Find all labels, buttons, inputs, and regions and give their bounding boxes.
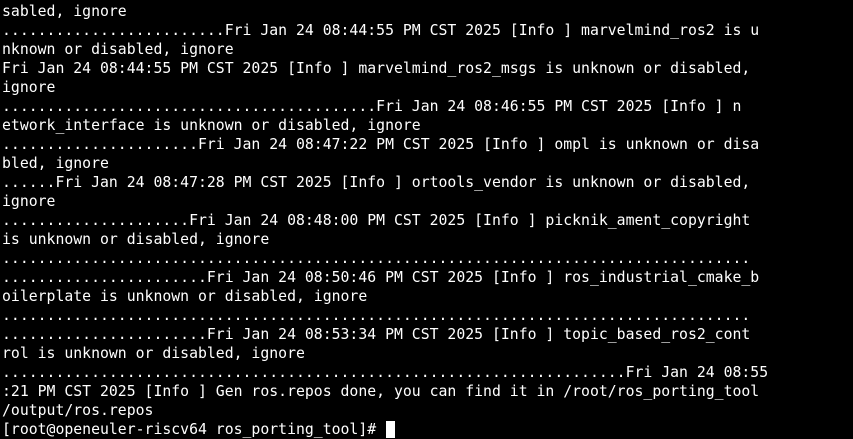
output-line: .........................Fri Jan 24 08:4… (2, 22, 760, 39)
output-line: ......Fri Jan 24 08:47:28 PM CST 2025 [I… (2, 174, 751, 191)
output-line: ........................................… (2, 307, 751, 324)
output-line: .......................Fri Jan 24 08:50:… (2, 269, 760, 286)
output-line: rol is unknown or disabled, ignore (2, 345, 305, 362)
output-line: ignore (2, 79, 56, 96)
output-line: ........................................… (2, 98, 742, 115)
shell-prompt: [root@openeuler-riscv64 ros_porting_tool… (2, 421, 386, 438)
output-line: .......................Fri Jan 24 08:53:… (2, 326, 751, 343)
output-line: ......................Fri Jan 24 08:47:2… (2, 136, 760, 153)
output-line: ........................................… (2, 250, 751, 267)
output-line: /output/ros.repos (2, 402, 154, 419)
output-line: .....................Fri Jan 24 08:48:00… (2, 212, 751, 229)
terminal-window[interactable]: sabled, ignore .........................… (2, 2, 853, 439)
text-cursor (386, 421, 396, 438)
output-line: nknown or disabled, ignore (2, 41, 234, 58)
output-line: sabled, ignore (2, 3, 127, 20)
command-line[interactable]: [root@openeuler-riscv64 ros_porting_tool… (2, 420, 853, 439)
output-line: oilerplate is unknown or disabled, ignor… (2, 288, 368, 305)
output-line: ........................................… (2, 364, 769, 381)
output-line: :21 PM CST 2025 [Info ] Gen ros.repos do… (2, 383, 760, 400)
output-line: etwork_interface is unknown or disabled,… (2, 117, 421, 134)
output-line: is unknown or disabled, ignore (2, 231, 270, 248)
output-line: bled, ignore (2, 155, 109, 172)
output-line: Fri Jan 24 08:44:55 PM CST 2025 [Info ] … (2, 60, 751, 77)
terminal-output: sabled, ignore .........................… (2, 2, 853, 420)
output-line: ignore (2, 193, 56, 210)
